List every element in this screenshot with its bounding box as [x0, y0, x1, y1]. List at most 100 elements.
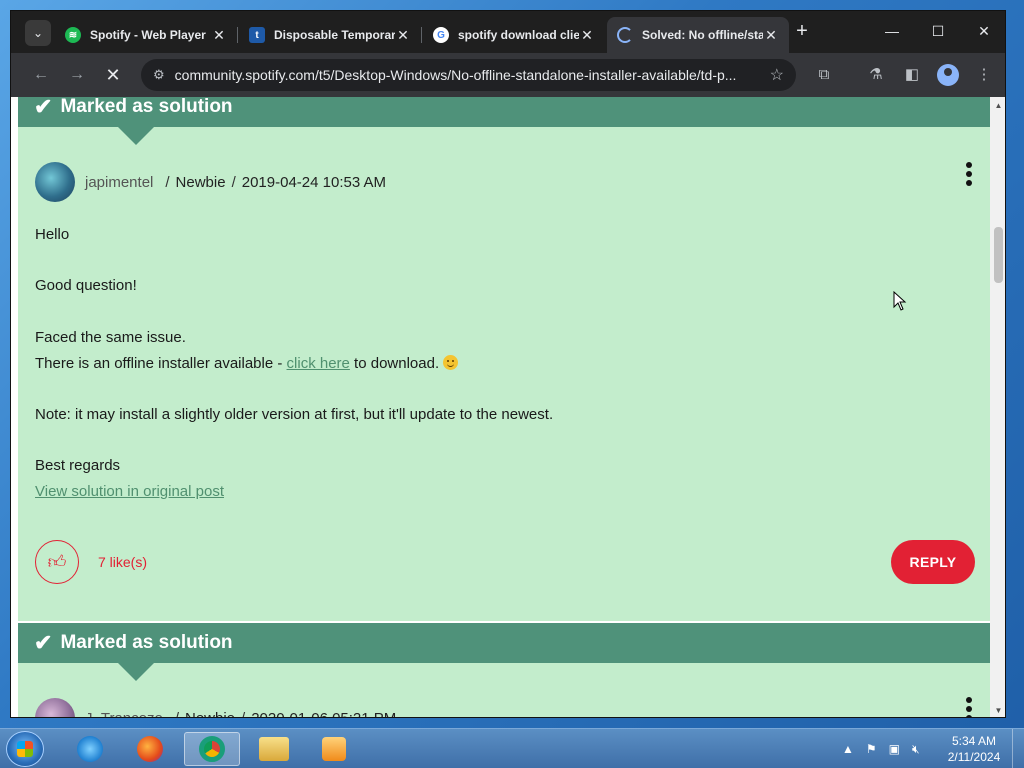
spotify-icon: ≋ — [65, 27, 81, 43]
scroll-down-arrow-icon[interactable]: ▼ — [990, 702, 1005, 717]
show-desktop-button[interactable] — [1012, 729, 1024, 768]
like-count[interactable]: 7 like(s) — [98, 554, 147, 570]
author-rank: Newbie — [175, 173, 226, 191]
view-solution-link[interactable]: View solution in original post — [35, 483, 224, 500]
minimize-button[interactable]: — — [869, 19, 915, 43]
tab-google-search[interactable]: G spotify download client ✕ — [423, 17, 605, 53]
stop-loading-icon[interactable]: ✕ — [101, 63, 125, 87]
avatar[interactable] — [35, 698, 75, 717]
menu-kebab-icon[interactable]: ⋮ — [973, 64, 995, 86]
new-tab-button[interactable]: + — [791, 21, 813, 43]
close-window-button[interactable]: ✕ — [961, 19, 1005, 43]
post-author-row: J_Trancozo / Newbie / 2020-01-06 05:21 P… — [35, 698, 397, 718]
address-bar[interactable]: ⚙ community.spotify.com/t5/Desktop-Windo… — [141, 59, 796, 91]
close-icon[interactable]: ✕ — [763, 27, 779, 44]
body-line: Best regards — [35, 457, 121, 474]
author-name-link[interactable]: J_Trancozo — [85, 710, 163, 718]
body-line: Good question! — [35, 277, 137, 294]
taskbar-file-explorer[interactable] — [246, 732, 302, 766]
scroll-thumb[interactable] — [994, 227, 1003, 283]
taskbar-firefox[interactable] — [122, 732, 178, 766]
show-hidden-icons-icon[interactable]: ▲ — [842, 742, 854, 756]
tab-separator — [237, 27, 238, 43]
page-viewport: ✔ Marked as solution japimentel / Newbie… — [11, 97, 1005, 718]
tab-title: Disposable Temporary E-Mail — [274, 28, 395, 42]
marked-solution-banner: ✔ Marked as solution — [18, 97, 990, 127]
chrome-icon — [199, 736, 225, 762]
smiley-icon — [443, 355, 459, 370]
network-icon[interactable]: ▣ — [889, 742, 900, 756]
marked-solution-banner: ✔ Marked as solution — [18, 623, 990, 663]
extensions-puzzle-icon[interactable]: ⧉ — [813, 64, 835, 86]
author-rank: Newbie — [184, 709, 236, 718]
post-options-kebab-icon[interactable] — [966, 162, 972, 186]
action-center-flag-icon[interactable]: ⚑ — [866, 742, 877, 756]
t-icon: t — [249, 27, 265, 43]
taskbar-media-player[interactable] — [306, 732, 362, 766]
clock-date: 2/11/2024 — [947, 750, 1001, 764]
mouse-cursor-icon — [893, 291, 907, 311]
community-page: ✔ Marked as solution japimentel / Newbie… — [18, 97, 990, 718]
bookmark-star-icon[interactable]: ☆ — [770, 65, 784, 85]
body-line: Note: it may install a slightly older ve… — [35, 406, 554, 423]
maximize-button[interactable]: ☐ — [915, 19, 961, 43]
profile-avatar-icon[interactable] — [937, 64, 959, 86]
tab-title: spotify download client — [458, 28, 579, 42]
tab-title: Spotify - Web Player — [90, 28, 206, 42]
thumbs-up-icon: 👍︎ — [47, 552, 67, 572]
explorer-icon — [259, 737, 289, 761]
body-line: Faced the same issue. — [35, 329, 186, 346]
url-path: /t5/Desktop-Windows/No-offline-standalon… — [314, 67, 737, 83]
firefox-icon — [137, 736, 163, 762]
page-scrollbar[interactable]: ▲ ▼ — [990, 97, 1005, 717]
tab-title: Solved: No offline/standalone — [642, 28, 763, 42]
like-button[interactable]: 👍︎ — [35, 540, 79, 584]
volume-muted-icon[interactable]: 🔇︎ — [912, 742, 920, 757]
banner-notch — [118, 127, 154, 145]
back-arrow-icon[interactable]: ← — [29, 63, 53, 87]
post-datetime: 2019-04-24 10:53 AM — [241, 173, 387, 191]
taskbar-chrome[interactable] — [184, 732, 240, 766]
url-text: community.spotify.com/t5/Desktop-Windows… — [175, 67, 764, 83]
post-datetime: 2020-01-06 05:21 PM — [251, 709, 397, 718]
tab-disposable-email[interactable]: t Disposable Temporary E-Mail ✕ — [239, 17, 421, 53]
google-icon: G — [433, 27, 449, 43]
banner-label: Marked as solution — [60, 632, 233, 653]
clock-time: 5:34 AM — [951, 734, 997, 748]
system-clock[interactable]: 5:34 AM 2/11/2024 — [944, 733, 1004, 765]
reply-button[interactable]: REPLY — [891, 540, 975, 584]
tab-search-button[interactable]: ⌄ — [25, 20, 51, 46]
checkmark-icon: ✔ — [34, 630, 53, 655]
url-host: community.spotify.com — [174, 67, 315, 83]
windows-taskbar: ▲ ⚑ ▣ 🔇︎ 5:34 AM 2/11/2024 — [0, 728, 1024, 768]
close-icon[interactable]: ✕ — [579, 27, 595, 44]
tab-strip: ⌄ ≋ Spotify - Web Player ✕ t Disposable … — [11, 11, 1005, 53]
labs-flask-icon[interactable]: ⚗ — [865, 64, 887, 86]
close-icon[interactable]: ✕ — [211, 27, 227, 44]
tab-solved-post[interactable]: Solved: No offline/standalone ✕ — [607, 17, 789, 53]
body-line-offline-installer: There is an offline installer available … — [35, 355, 459, 372]
browser-window: ⌄ ≋ Spotify - Web Player ✕ t Disposable … — [10, 10, 1006, 718]
post-author-row: japimentel / Newbie / 2019-04-24 10:53 A… — [35, 162, 386, 202]
banner-label: Marked as solution — [60, 97, 233, 117]
site-info-icon[interactable]: ⚙ — [153, 67, 165, 83]
start-button[interactable] — [6, 731, 44, 767]
browser-toolbar: ← → ✕ ⚙ community.spotify.com/t5/Desktop… — [11, 53, 1005, 97]
scroll-up-arrow-icon[interactable]: ▲ — [990, 97, 1005, 114]
media-player-icon — [322, 737, 346, 761]
author-name-link[interactable]: japimentel — [85, 174, 153, 191]
tab-spotify-web-player[interactable]: ≋ Spotify - Web Player ✕ — [55, 17, 237, 53]
loading-icon — [617, 27, 633, 43]
click-here-link[interactable]: click here — [287, 355, 350, 372]
taskbar-internet-explorer[interactable] — [62, 732, 118, 766]
post-options-kebab-icon[interactable] — [966, 697, 972, 717]
body-line: Hello — [35, 226, 70, 243]
close-icon[interactable]: ✕ — [395, 27, 411, 44]
avatar[interactable] — [35, 162, 75, 202]
checkmark-icon: ✔ — [34, 97, 53, 119]
forward-arrow-icon[interactable]: → — [65, 63, 89, 87]
internet-explorer-icon — [77, 736, 103, 762]
side-panel-icon[interactable]: ◧ — [901, 64, 923, 86]
tab-separator — [421, 27, 422, 43]
banner-notch — [118, 663, 154, 681]
